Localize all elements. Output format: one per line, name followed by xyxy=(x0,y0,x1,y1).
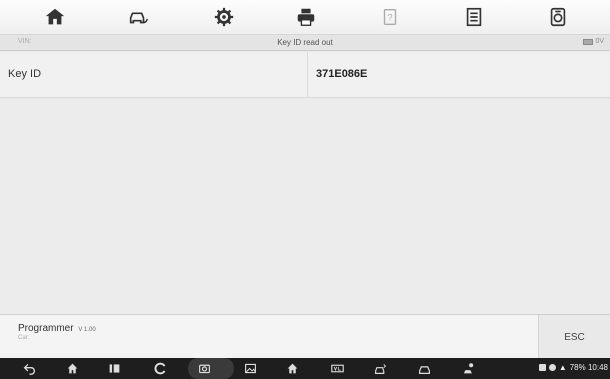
save-button[interactable] xyxy=(458,2,490,32)
settings-gear-icon xyxy=(214,7,234,27)
android-nav-bar: ▲ 78% 10:48 xyxy=(0,358,610,379)
home-nav-button[interactable] xyxy=(64,361,80,376)
esc-button[interactable]: ESC xyxy=(538,315,610,359)
sync-icon xyxy=(548,364,556,371)
gallery-icon xyxy=(244,363,256,374)
settings-button[interactable] xyxy=(208,2,240,32)
camera-button[interactable] xyxy=(196,361,212,376)
save-icon xyxy=(466,7,482,27)
key-id-row: Key ID 371E086E xyxy=(0,52,610,98)
footer-bar: Programmer V 1.00 Car: ESC xyxy=(0,314,610,359)
recent-apps-button[interactable] xyxy=(106,361,122,376)
car-label: Car: xyxy=(18,335,30,341)
data-logging-icon xyxy=(550,7,566,27)
vehicle-swap-button[interactable] xyxy=(122,2,154,32)
gallery-button[interactable] xyxy=(242,361,258,376)
battery-icon xyxy=(583,38,594,45)
autel-home-button[interactable] xyxy=(284,361,300,376)
vci-button[interactable] xyxy=(329,361,345,376)
camera-icon xyxy=(198,364,210,374)
app-version: V 1.00 xyxy=(78,327,96,333)
vci-icon xyxy=(330,364,344,373)
home-button[interactable] xyxy=(39,2,71,32)
svg-text:?: ? xyxy=(387,13,392,23)
wifi-icon: ▲ xyxy=(558,363,567,372)
home-icon xyxy=(45,8,65,25)
quick-link-button[interactable] xyxy=(372,361,388,376)
quick-link-icon xyxy=(374,364,386,374)
vehicle-menu-button[interactable] xyxy=(416,361,432,376)
home-nav-icon xyxy=(67,363,77,374)
help-button[interactable]: ? xyxy=(374,2,406,32)
data-logging-button[interactable] xyxy=(542,2,574,32)
column-divider xyxy=(307,52,308,98)
content-area xyxy=(0,99,610,314)
remote-desk-icon xyxy=(463,363,473,374)
app-info: Programmer V 1.00 xyxy=(18,323,96,334)
battery-voltage: 0V xyxy=(583,38,604,45)
back-button[interactable] xyxy=(21,361,37,376)
voltage-value: 0V xyxy=(595,38,604,45)
top-toolbar: ? xyxy=(0,0,610,35)
print-button[interactable] xyxy=(290,2,322,32)
vehicle-swap-icon xyxy=(129,12,148,24)
remote-desk-button[interactable] xyxy=(461,361,477,376)
page-title: Key ID read out xyxy=(277,38,333,47)
key-id-value: 371E086E xyxy=(316,68,368,80)
status-area: ▲ 78% 10:48 xyxy=(538,363,608,372)
title-bar: VIN: Key ID read out 0V xyxy=(0,35,610,51)
autel-home-icon xyxy=(287,363,297,374)
car-icon xyxy=(418,366,430,374)
app-shortcut-icon xyxy=(154,362,165,375)
app-name: Programmer xyxy=(18,323,74,334)
help-icon: ? xyxy=(383,8,397,26)
battery-time: 78% 10:48 xyxy=(569,363,608,372)
recent-apps-icon xyxy=(109,364,119,373)
back-icon xyxy=(23,363,35,375)
app-shortcut-button[interactable] xyxy=(152,361,168,376)
notification-icon xyxy=(538,364,546,371)
print-icon xyxy=(297,8,315,26)
key-id-label: Key ID xyxy=(8,68,42,80)
